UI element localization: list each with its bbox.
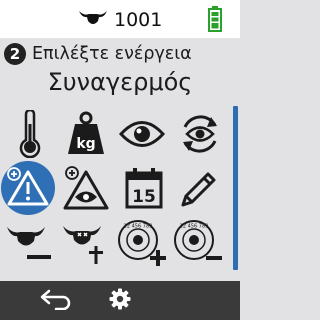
cow-remove-icon — [5, 223, 55, 269]
cow-number: 1001 — [114, 9, 163, 31]
battery-full-icon — [208, 6, 222, 36]
step-label: Επιλέξτε ενέργεια — [32, 44, 192, 64]
menu-item-calendar[interactable]: 15 — [116, 164, 172, 216]
menu-item-edit[interactable] — [172, 164, 228, 216]
bottom-bar — [0, 281, 240, 320]
status-bar: 1001 — [0, 0, 240, 38]
eye-icon — [118, 119, 166, 153]
settings-button[interactable] — [100, 285, 140, 317]
menu-item-alarm-add[interactable] — [0, 161, 56, 216]
menu-title: Συναγερμός — [47, 68, 193, 96]
tag-remove-icon: 12 456 789 — [172, 218, 224, 274]
back-button[interactable] — [30, 285, 82, 317]
weight-kg-icon: kg — [64, 110, 108, 162]
menu-item-observation[interactable] — [114, 110, 170, 162]
menu-item-dead-cow[interactable] — [58, 220, 114, 272]
cow-head-icon — [78, 8, 108, 32]
menu-item-tag-add[interactable]: 12 456 789 — [114, 220, 170, 272]
pencil-icon — [178, 166, 222, 214]
calendar-icon: 15 — [124, 166, 164, 214]
menu-item-weight[interactable]: kg — [58, 110, 114, 162]
back-arrow-icon — [38, 288, 74, 314]
weight-kg-label: kg — [76, 136, 95, 152]
gear-icon — [109, 288, 131, 314]
tag-add-icon: 12 456 789 — [116, 218, 168, 274]
cow-id-display: 1001 — [78, 8, 162, 32]
calendar-day-label: 15 — [132, 187, 156, 207]
scroll-indicator[interactable] — [233, 106, 238, 270]
menu-item-repeat-observation[interactable] — [172, 110, 228, 162]
menu-item-temperature[interactable] — [2, 108, 58, 162]
alarm-add-icon — [0, 160, 56, 220]
observation-add-icon — [62, 164, 110, 216]
tag-number-label: 12 456 789 — [124, 224, 153, 230]
menu-item-observation-add[interactable] — [58, 164, 114, 216]
thermometer-icon — [16, 108, 44, 162]
menu-item-remove-cow[interactable] — [2, 220, 58, 272]
menu-item-tag-remove[interactable]: 12 456 789 — [170, 220, 226, 272]
tag-number-label: 12 456 789 — [180, 224, 209, 230]
screen: 1001 2 Επιλέξτε ενέργεια Συναγερμός kg 1… — [0, 0, 240, 320]
step-number-badge: 2 — [4, 43, 26, 65]
cow-dead-icon — [61, 222, 111, 270]
step-header: 2 Επιλέξτε ενέργεια — [4, 40, 192, 68]
eye-repeat-icon — [177, 111, 223, 161]
